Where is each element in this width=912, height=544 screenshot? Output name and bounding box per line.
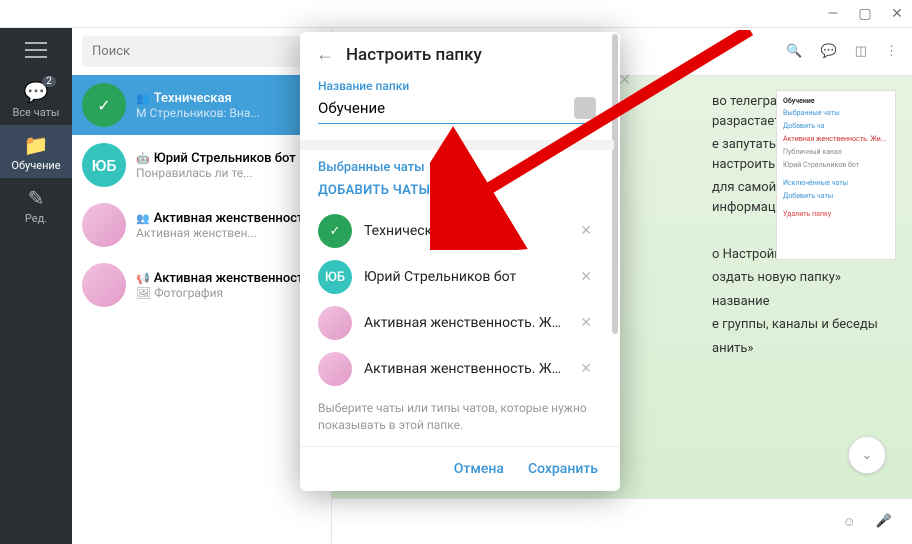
add-chats-button[interactable]: ДОБАВИТЬ ЧАТЫ xyxy=(318,183,596,198)
selected-chat-row: Активная женственность. Жизн... ✕ xyxy=(318,346,596,392)
cancel-button[interactable]: Отмена xyxy=(454,461,504,477)
selected-chat-name: Техническая xyxy=(364,223,564,239)
avatar xyxy=(318,306,352,340)
dialog-title: Настроить папку xyxy=(346,45,604,65)
selected-chat-name: Активная женственность. Жизн... xyxy=(364,315,564,331)
avatar: ЮБ xyxy=(318,260,352,294)
selected-chat-row: ✓ Техническая ✕ xyxy=(318,208,596,254)
selected-chat-row: Активная женственность. Жизн... ✕ xyxy=(318,300,596,346)
folder-settings-dialog: ← Настроить папку Название папки Выбранн… xyxy=(300,32,620,491)
folder-name-label: Название папки xyxy=(318,79,596,93)
remove-chat-button[interactable]: ✕ xyxy=(576,361,596,377)
save-button[interactable]: Сохранить xyxy=(528,461,598,477)
folder-name-input[interactable] xyxy=(318,93,568,123)
back-button[interactable]: ← xyxy=(316,44,334,65)
selected-chat-name: Активная женственность. Жизн... xyxy=(364,361,564,377)
selected-chats-header: Выбранные чаты xyxy=(318,160,596,175)
modal-overlay: ← Настроить папку Название папки Выбранн… xyxy=(0,0,912,544)
dialog-hint: Выберите чаты или типы чатов, которые ну… xyxy=(318,400,596,434)
remove-chat-button[interactable]: ✕ xyxy=(576,315,596,331)
close-dialog-button[interactable]: ✕ xyxy=(618,70,912,89)
avatar: ✓ xyxy=(318,214,352,248)
selected-chat-name: Юрий Стрельников бот xyxy=(364,269,564,285)
remove-chat-button[interactable]: ✕ xyxy=(576,269,596,285)
selected-chat-row: ЮБ Юрий Стрельников бот ✕ xyxy=(318,254,596,300)
avatar xyxy=(318,352,352,386)
folder-emoji-button[interactable] xyxy=(574,97,596,119)
remove-chat-button[interactable]: ✕ xyxy=(576,223,596,239)
